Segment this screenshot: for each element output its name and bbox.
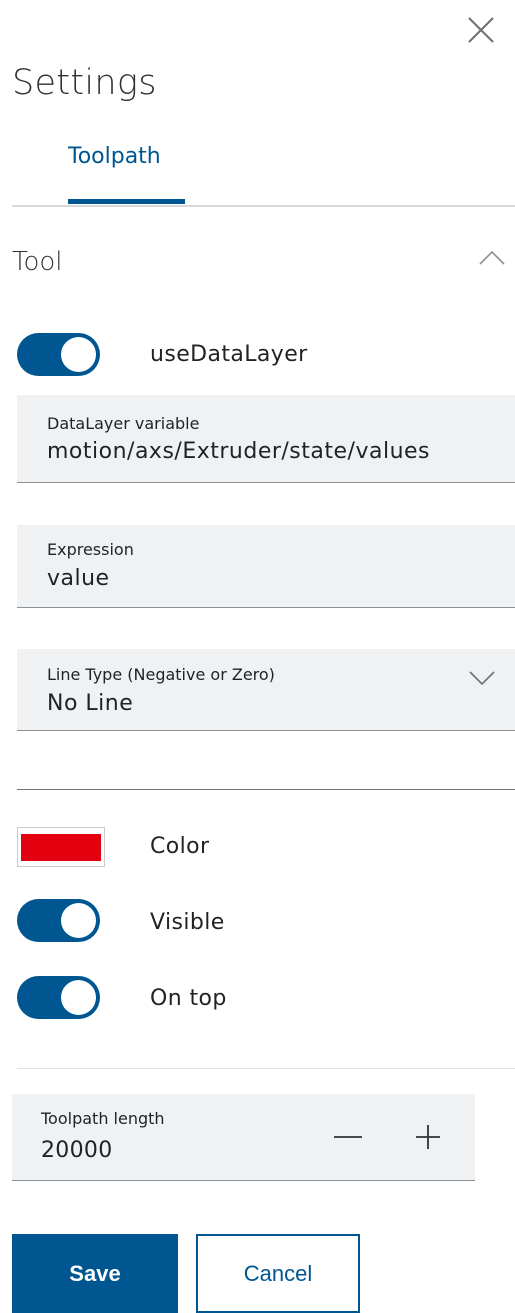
chevron-up-icon [479,250,505,265]
line-type-label: Line Type (Negative or Zero) [47,665,275,684]
plus-icon [416,1125,440,1149]
toolpath-length-label: Toolpath length [41,1109,165,1128]
line-type-value: No Line [47,691,134,716]
section-divider [17,789,515,790]
on-top-toggle[interactable] [17,976,100,1019]
expression-field[interactable]: Expression value [17,525,515,608]
data-layer-variable-label: DataLayer variable [47,414,200,433]
on-top-label: On top [150,986,227,1011]
section-title-tool: Tool [12,247,63,277]
color-label: Color [150,834,210,859]
minus-icon [334,1136,362,1138]
data-layer-variable-field[interactable]: DataLayer variable motion/axs/Extruder/s… [17,395,515,483]
divider [17,1068,515,1069]
use-data-layer-toggle[interactable] [17,333,100,376]
tab-divider [12,205,515,207]
close-button[interactable] [463,12,499,48]
expression-label: Expression [47,540,134,559]
toolpath-length-stepper[interactable]: Toolpath length 20000 [12,1094,475,1181]
use-data-layer-label: useDataLayer [150,342,308,367]
tab-toolpath[interactable]: Toolpath [68,144,161,169]
line-type-dropdown-button[interactable] [468,668,496,688]
close-icon [468,17,494,43]
visible-label: Visible [150,910,225,935]
toggle-knob [61,337,96,372]
decrement-button[interactable] [328,1117,368,1157]
save-button[interactable]: Save [12,1234,178,1313]
toggle-knob [61,903,96,938]
toolpath-length-value[interactable]: 20000 [41,1138,113,1163]
chevron-down-icon [469,671,495,686]
data-layer-variable-value[interactable]: motion/axs/Extruder/state/values [47,439,430,464]
visible-toggle[interactable] [17,899,100,942]
page-title: Settings [12,63,157,103]
toggle-knob [61,980,96,1015]
tab-active-indicator [68,199,185,204]
color-swatch-fill [21,833,101,861]
expression-value[interactable]: value [47,566,110,591]
line-type-select[interactable]: Line Type (Negative or Zero) No Line [17,649,515,731]
cancel-button[interactable]: Cancel [196,1234,360,1313]
collapse-section-button[interactable] [478,248,506,268]
color-swatch[interactable] [17,827,105,867]
increment-button[interactable] [408,1117,448,1157]
